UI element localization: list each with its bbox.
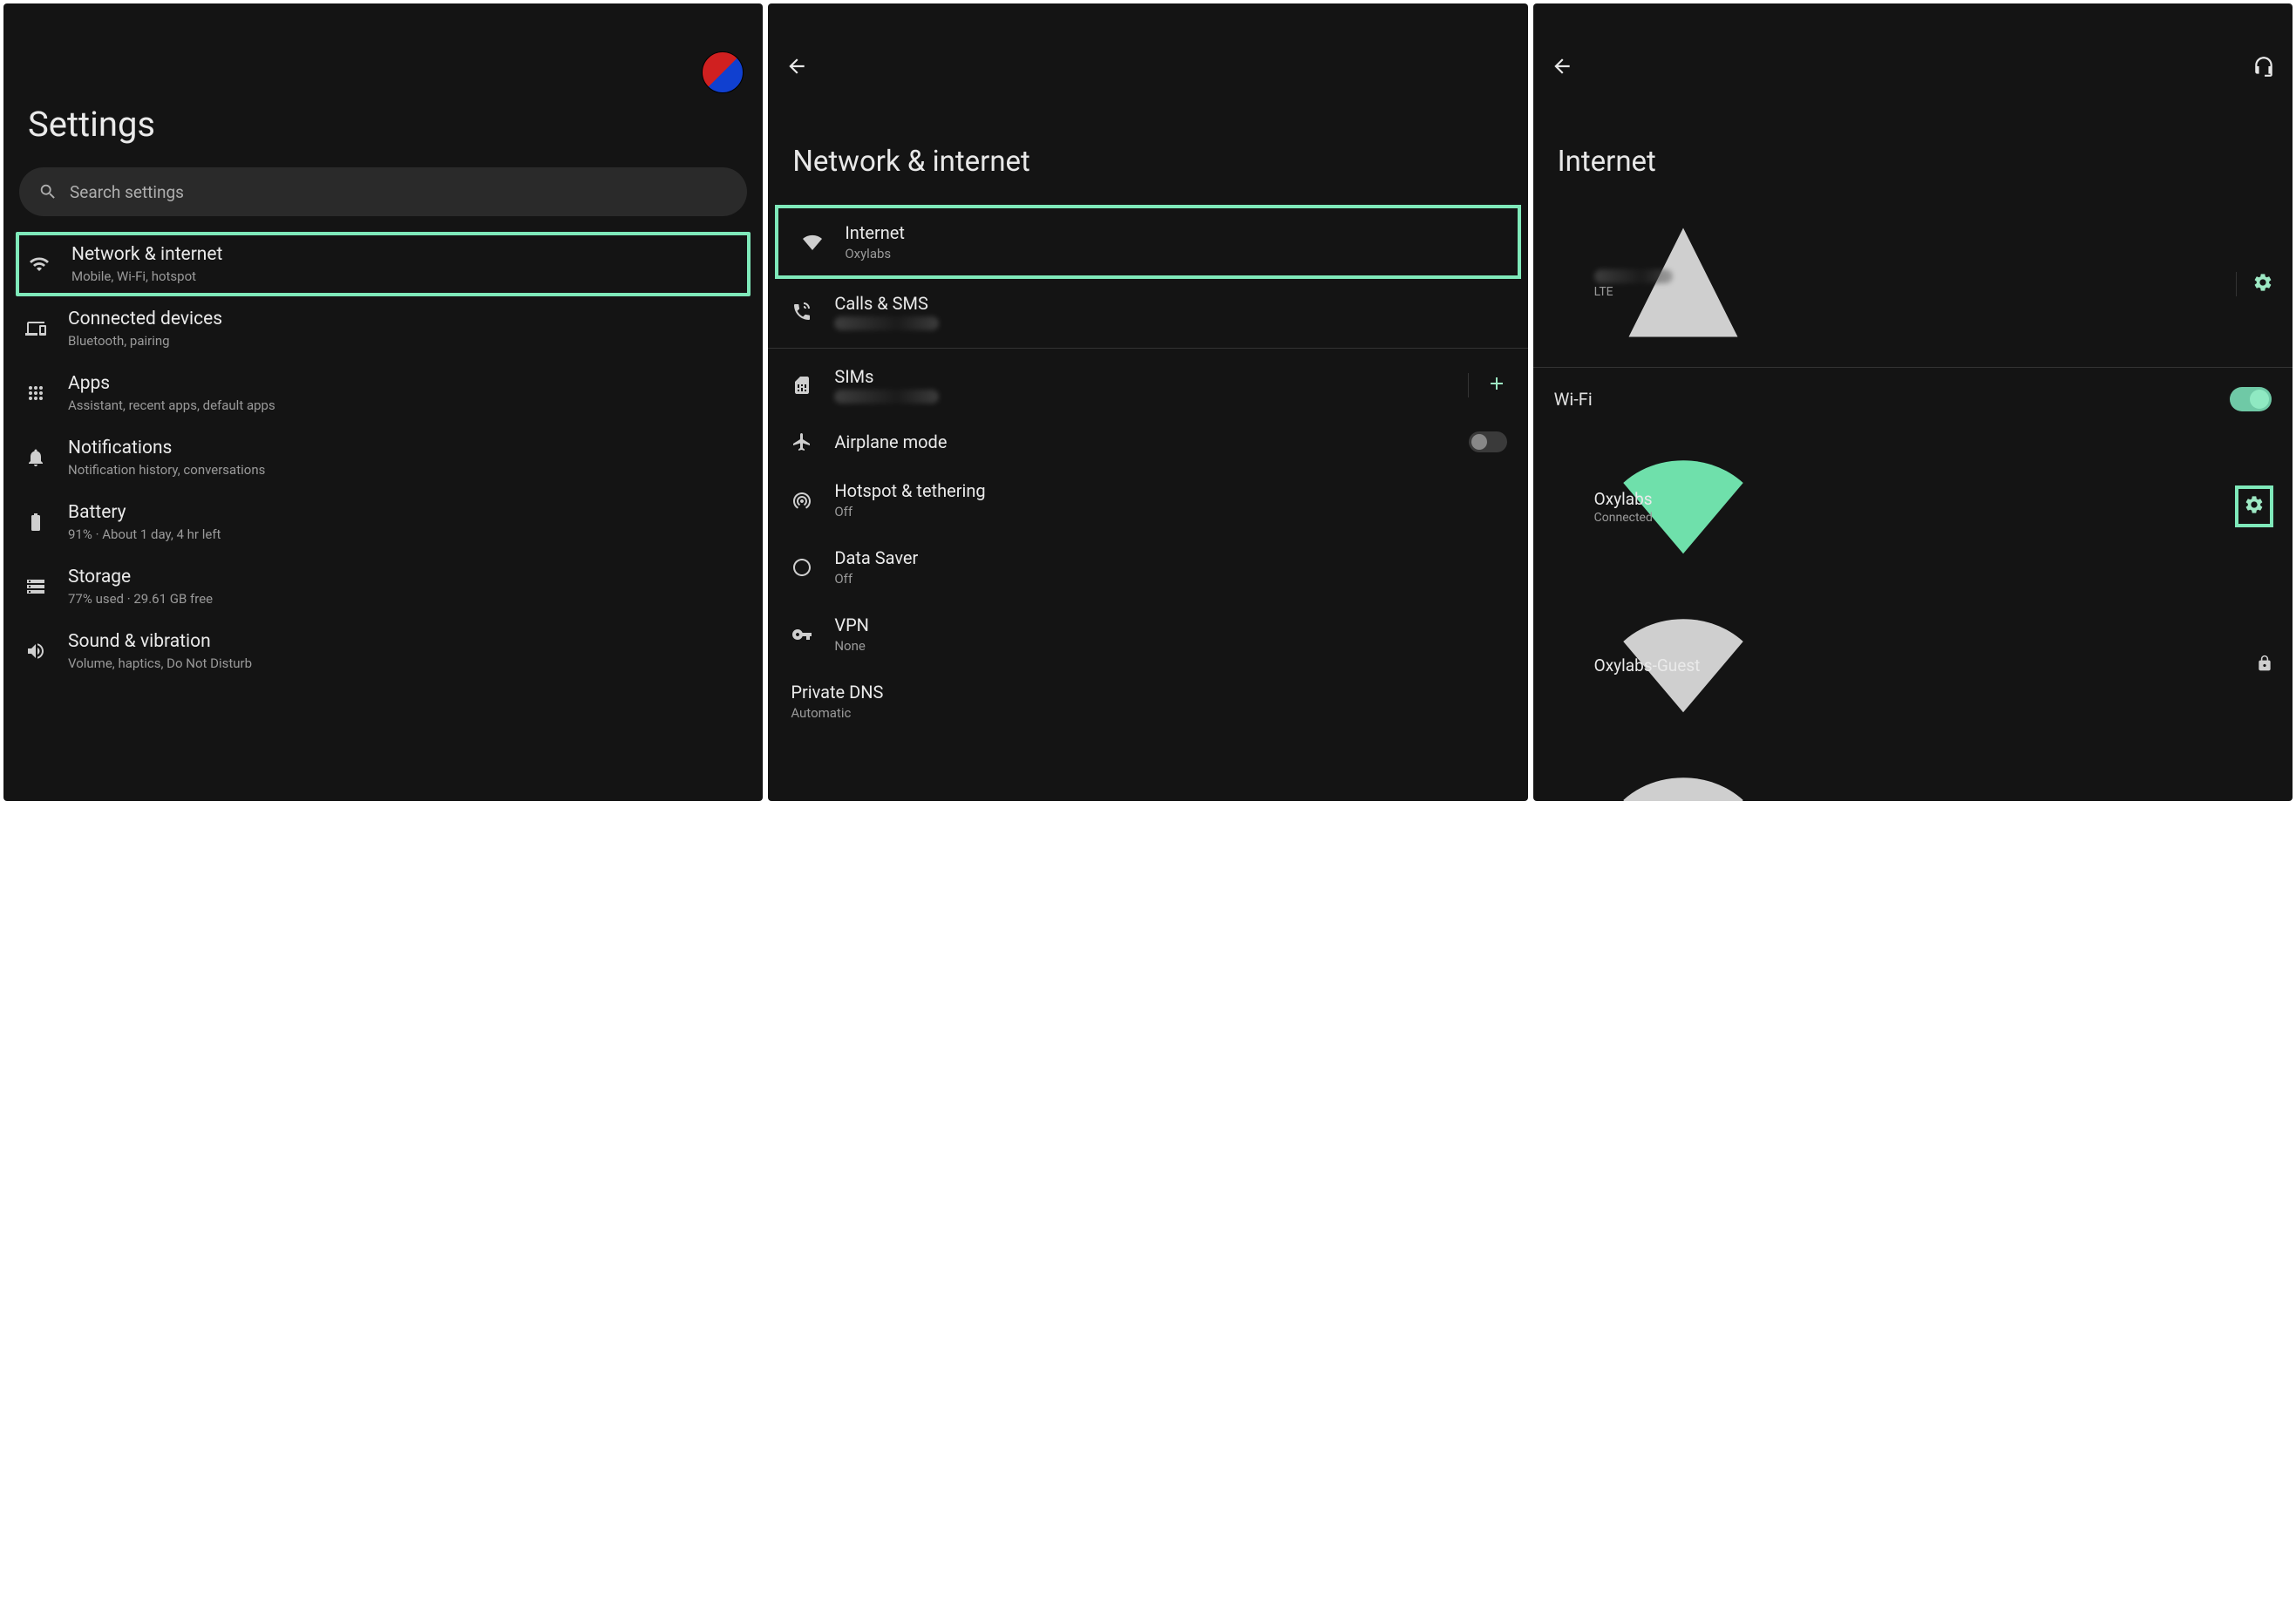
sound-icon <box>25 641 46 662</box>
network-item-sims[interactable]: SIMs <box>768 352 1527 418</box>
settings-item-sound[interactable]: Sound & vibrationVolume, haptics, Do Not… <box>3 619 763 683</box>
network-internet-panel: Network & internet InternetOxylabs Calls… <box>768 3 1527 801</box>
storage-icon <box>25 576 46 597</box>
network-item-hotspot[interactable]: Hotspot & tetheringOff <box>768 466 1527 533</box>
cellular-item[interactable]: LTE <box>1533 205 2293 363</box>
network-item-private-dns[interactable]: Private DNSAutomatic <box>768 668 1527 735</box>
highlight-box: InternetOxylabs <box>775 205 1520 279</box>
page-title: Network & internet <box>768 92 1527 205</box>
battery-icon <box>25 512 46 533</box>
add-sim-button[interactable] <box>1468 373 1507 397</box>
wifi-icon <box>29 254 50 275</box>
divider <box>768 348 1527 349</box>
profile-avatar[interactable] <box>702 51 744 93</box>
plus-icon <box>1486 373 1507 394</box>
network-item-vpn[interactable]: VPNNone <box>768 601 1527 668</box>
vpn-icon <box>791 624 812 645</box>
headset-icon[interactable] <box>2252 55 2275 78</box>
wifi-network-connected[interactable]: OxylabsConnected <box>1533 427 2293 586</box>
page-title: Internet <box>1533 92 2293 205</box>
gear-icon <box>2252 272 2273 293</box>
settings-item-storage[interactable]: Storage77% used · 29.61 GB free <box>3 554 763 619</box>
bell-icon <box>25 447 46 468</box>
network-item-airplane[interactable]: Airplane mode <box>768 418 1527 466</box>
settings-item-network[interactable]: Network & internet Mobile, Wi-Fi, hotspo… <box>26 244 740 284</box>
hotspot-icon <box>791 490 812 511</box>
network-item-datasaver[interactable]: Data SaverOff <box>768 533 1527 601</box>
search-icon <box>38 182 58 201</box>
settings-item-apps[interactable]: AppsAssistant, recent apps, default apps <box>3 361 763 425</box>
settings-item-connected-devices[interactable]: Connected devicesBluetooth, pairing <box>3 296 763 361</box>
wifi-icon <box>1552 757 1814 801</box>
airplane-toggle[interactable] <box>1469 431 1507 452</box>
highlight-box <box>2235 485 2273 527</box>
devices-icon <box>25 318 46 339</box>
page-title: Settings <box>3 3 763 167</box>
wifi-settings-button[interactable] <box>2244 494 2265 519</box>
back-icon[interactable] <box>1551 55 1573 78</box>
network-item-calls-sms[interactable]: Calls & SMS <box>768 279 1527 344</box>
sim-icon <box>791 375 812 396</box>
back-icon[interactable] <box>785 55 808 78</box>
blurred-text <box>834 390 939 404</box>
wifi-section: Wi-Fi <box>1533 371 2293 427</box>
divider <box>1533 367 2293 368</box>
wifi-network-item[interactable]: Oxylabs-Guest <box>1533 586 2293 744</box>
settings-panel: Settings Search settings Network & inter… <box>3 3 763 801</box>
wifi-network-item[interactable] <box>1533 744 2293 801</box>
network-item-internet[interactable]: InternetOxylabs <box>778 208 1517 275</box>
gear-icon <box>2244 494 2265 515</box>
settings-item-battery[interactable]: Battery91% · About 1 day, 4 hr left <box>3 490 763 554</box>
highlight-box: Network & internet Mobile, Wi-Fi, hotspo… <box>16 232 751 296</box>
blurred-text <box>1594 269 1673 283</box>
grid-icon <box>25 383 46 404</box>
lock-icon <box>2256 655 2273 676</box>
airplane-icon <box>791 431 812 452</box>
cellular-settings-button[interactable] <box>2236 272 2273 296</box>
internet-panel: Internet LTE Wi-Fi OxylabsConnected Oxyl… <box>1533 3 2293 801</box>
search-input[interactable]: Search settings <box>19 167 747 216</box>
blurred-text <box>834 316 939 330</box>
search-placeholder: Search settings <box>70 182 184 202</box>
settings-item-notifications[interactable]: NotificationsNotification history, conve… <box>3 425 763 490</box>
wifi-toggle[interactable] <box>2230 387 2272 411</box>
datasaver-icon <box>791 557 812 578</box>
wifi-filled-icon <box>802 232 823 253</box>
phone-icon <box>791 302 812 322</box>
